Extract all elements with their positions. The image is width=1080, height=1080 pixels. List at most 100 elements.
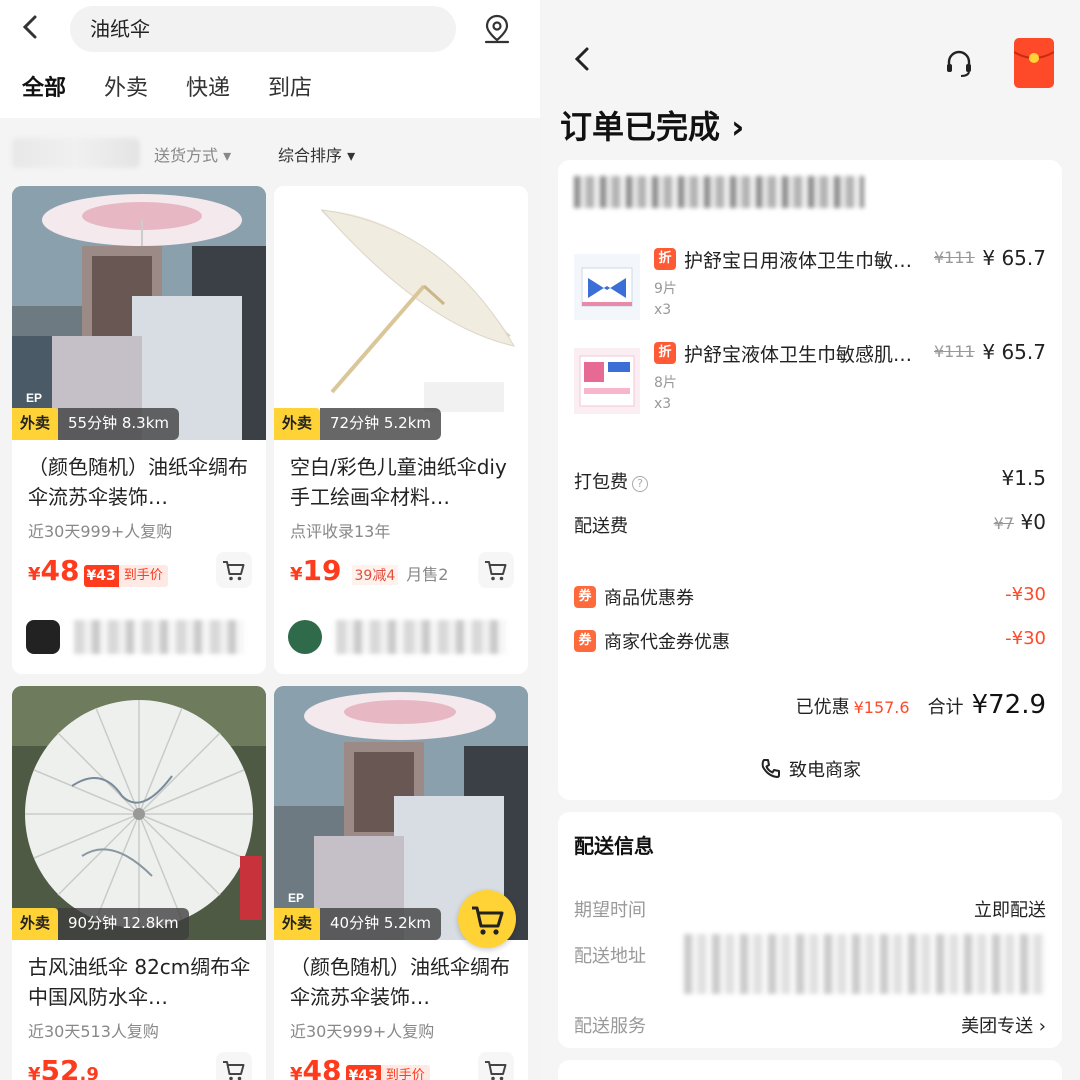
product-price: ¥ 19 39减4 月售2 [290, 554, 448, 590]
floating-cart-button[interactable] [458, 890, 516, 948]
product-price: ¥ 52 .9 [28, 1054, 99, 1080]
address-label: 配送地址 [574, 946, 646, 967]
takeout-badge: 外卖 [274, 908, 321, 940]
product-price: ¥ 48 ¥43 到手价 [290, 1054, 430, 1080]
takeout-badge: 外卖 [274, 408, 321, 440]
shop-row[interactable] [288, 616, 518, 656]
coupon-price-badge: ¥43 到手价 [83, 565, 168, 587]
svg-text:EP: EP [26, 391, 42, 405]
item-original-price: ¥111 [934, 248, 975, 267]
product-title[interactable]: （颜色随机）油纸伞绸布伞流苏伞装饰… [28, 452, 254, 512]
eta-distance: 55分钟 8.3km [58, 408, 180, 440]
tab-express[interactable]: 快递 [186, 72, 230, 112]
product-image [12, 686, 266, 940]
item-price: ¥ 65.7 [982, 340, 1046, 364]
back-button[interactable] [20, 12, 50, 48]
shop-name-blurred [74, 620, 244, 654]
red-packet-icon[interactable] [1013, 38, 1055, 88]
shop-row[interactable] [26, 616, 256, 656]
takeout-badge: 外卖 [12, 408, 59, 440]
delivery-method-filter[interactable]: 送货方式 ▾ [154, 142, 231, 166]
product-subtitle: 近30天513人复购 [28, 1022, 159, 1041]
tab-takeout[interactable]: 外卖 [104, 72, 148, 112]
search-input[interactable]: 油纸伞 [70, 6, 456, 52]
search-results-panel: 油纸伞 全部 外卖 快递 到店 送货方式 ▾ 综合排序 ▾ EP 外卖 55分钟… [0, 0, 540, 1080]
add-to-cart-button[interactable] [478, 552, 514, 588]
product-image [274, 186, 528, 440]
chevron-left-icon [22, 15, 37, 39]
eta-distance: 72分钟 5.2km [320, 408, 442, 440]
expected-time-label: 期望时间 [574, 900, 646, 921]
help-icon[interactable]: ? [632, 476, 648, 492]
order-card: 折 护舒宝日用液体卫生巾敏… ¥111 ¥ 65.7 9片 x3 折 护舒宝液体… [558, 160, 1062, 800]
product-card[interactable]: EP 外卖 55分钟 8.3km （颜色随机）油纸伞绸布伞流苏伞装饰… 近30天… [12, 186, 266, 674]
shop-logo [26, 620, 60, 654]
discount-label: 商品优惠券 [604, 588, 694, 609]
order-status-title[interactable]: 订单已完成 › [560, 102, 744, 148]
sort-filter[interactable]: 综合排序 ▾ [278, 142, 355, 166]
category-tabs: 全部 外卖 快递 到店 [22, 72, 350, 112]
blurred-filter[interactable] [12, 138, 140, 168]
product-card[interactable]: 外卖 90分钟 12.8km 古风油纸伞 82cm绸布伞 中国风防水伞… 近30… [12, 686, 266, 1080]
discount-badge: 折 [654, 342, 676, 364]
address-blurred [684, 934, 1046, 994]
add-to-cart-button[interactable] [216, 552, 252, 588]
cart-icon [223, 561, 245, 581]
total-value: ¥72.9 [971, 690, 1046, 720]
currency-symbol: ¥ [290, 564, 303, 585]
packing-fee-value: ¥1.5 [1001, 466, 1046, 490]
add-to-cart-button[interactable] [216, 1052, 252, 1080]
phone-icon [761, 759, 780, 778]
shop-logo [288, 620, 322, 654]
takeout-badge: 外卖 [12, 908, 59, 940]
order-item[interactable]: 折 护舒宝日用液体卫生巾敏… ¥111 ¥ 65.7 9片 x3 [558, 246, 1062, 334]
price-decimal: .9 [79, 1064, 99, 1080]
discount-badge: 折 [654, 248, 676, 270]
discount-value: -¥30 [1005, 584, 1046, 605]
status-bar [600, 0, 1020, 6]
call-merchant-label: 致电商家 [789, 760, 861, 781]
coupon-price: ¥43 [83, 565, 119, 587]
coupon-label: 到手价 [380, 1065, 430, 1080]
product-card[interactable]: EP 外卖 40分钟 5.2km （颜色随机）油纸伞绸布伞流苏伞装饰… 近30天… [274, 686, 528, 1080]
address-row: 配送地址 [574, 934, 1046, 994]
price-integer: 19 [302, 554, 342, 587]
product-title[interactable]: 古风油纸伞 82cm绸布伞 中国风防水伞… [28, 952, 254, 1012]
product-card[interactable]: 外卖 72分钟 5.2km 空白/彩色儿童油纸伞diy手工绘画伞材料… 点评收录… [274, 186, 528, 674]
order-detail-panel: 订单已完成 › 折 护舒宝日用液体卫生巾敏… ¥111 ¥ 65.7 9片 x3… [540, 0, 1080, 1080]
delivery-fee-label: 配送费 [574, 516, 628, 537]
product-image: EP [12, 186, 266, 440]
order-item[interactable]: 折 护舒宝液体卫生巾敏感肌… ¥111 ¥ 65.7 8片 x3 [558, 340, 1062, 428]
back-button[interactable] [572, 44, 602, 80]
svg-text:EP: EP [288, 891, 304, 905]
delivery-fee-row: 配送费 ¥7 ¥0 [574, 510, 1046, 540]
total-label: 合计 [927, 697, 964, 718]
saved-label: 已优惠 [795, 697, 850, 718]
delivery-service-row[interactable]: 配送服务 美团专送 › [574, 1012, 1046, 1042]
tab-in-store[interactable]: 到店 [268, 72, 312, 112]
cart-icon [485, 1061, 507, 1080]
currency-symbol: ¥ [290, 1064, 303, 1080]
shop-name-blurred[interactable] [574, 176, 864, 208]
add-to-cart-button[interactable] [478, 1052, 514, 1080]
product-title[interactable]: 空白/彩色儿童油纸伞diy手工绘画伞材料… [290, 452, 516, 512]
location-icon[interactable] [480, 12, 514, 46]
customer-service-icon[interactable] [942, 46, 976, 80]
filter-bar: 送货方式 ▾ 综合排序 ▾ [0, 128, 540, 178]
cart-icon [223, 1061, 245, 1080]
price-integer: 52 [40, 1054, 80, 1080]
item-spec: 8片 [654, 375, 677, 391]
shop-name-blurred [336, 620, 506, 654]
chevron-left-icon [574, 47, 589, 71]
delivery-service-value[interactable]: 美团专送 › [961, 1012, 1046, 1038]
call-merchant-button[interactable]: 致电商家 [558, 756, 1062, 782]
expected-time-value: 立即配送 [974, 900, 1046, 921]
tab-all[interactable]: 全部 [22, 72, 67, 112]
currency-symbol: ¥ [28, 1064, 41, 1080]
search-header: 油纸伞 全部 外卖 快递 到店 [0, 0, 540, 118]
item-quantity: x3 [654, 302, 672, 318]
saved-value: ¥157.6 [853, 698, 910, 717]
promo-text: 39减4 [351, 565, 399, 585]
product-title[interactable]: （颜色随机）油纸伞绸布伞流苏伞装饰… [290, 952, 516, 1012]
delivery-info-card: 配送信息 期望时间 立即配送 配送地址 配送服务 美团专送 › [558, 812, 1062, 1048]
